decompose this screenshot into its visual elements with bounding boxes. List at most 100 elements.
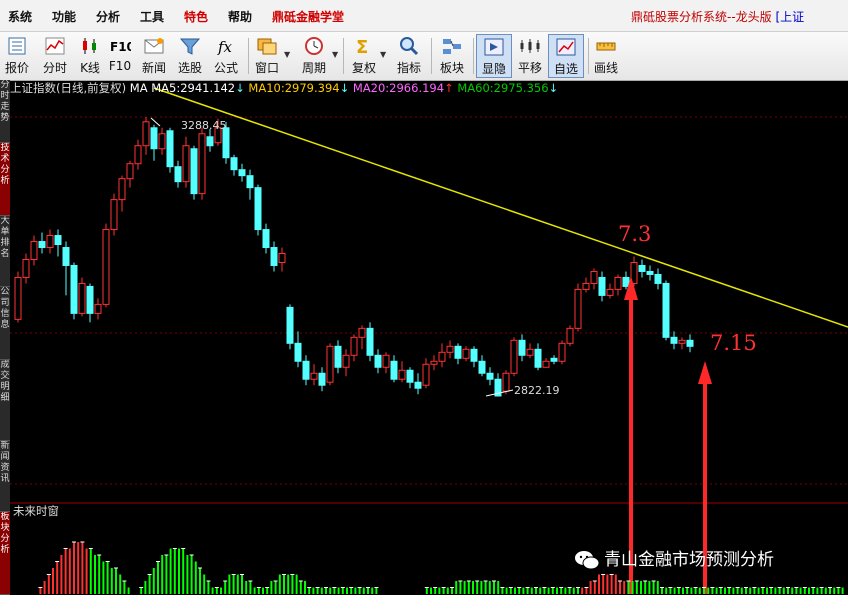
candle-body bbox=[446, 345, 454, 353]
candle-body bbox=[382, 354, 390, 368]
candle-body bbox=[142, 121, 150, 147]
menu-tools[interactable]: 工具 bbox=[140, 8, 164, 25]
candle-body bbox=[254, 187, 262, 231]
candle bbox=[478, 355, 486, 377]
candle bbox=[70, 262, 78, 320]
candle-body bbox=[406, 369, 414, 383]
candle-body bbox=[542, 360, 550, 368]
candle-body bbox=[654, 273, 662, 284]
candle-body bbox=[222, 127, 230, 159]
menu-bar: 系统 功能 分析 工具 特色 帮助 鼎砥金融学堂 鼎砥股票分析系统--龙头版 [… bbox=[0, 0, 848, 32]
indicator-button[interactable]: 指标 bbox=[392, 34, 426, 78]
candle-body bbox=[598, 276, 606, 296]
candle bbox=[614, 274, 622, 296]
watermark: 青山金融市场预测分析 bbox=[574, 545, 774, 571]
sigma-icon: Σ bbox=[356, 37, 368, 56]
candle-body bbox=[622, 276, 630, 287]
candle bbox=[118, 175, 126, 212]
adjust-button[interactable]: Σ 复权 bbox=[348, 34, 380, 78]
pan-button[interactable]: 平移 bbox=[514, 34, 546, 78]
sidebar-tab-company[interactable]: 公司信息 bbox=[0, 287, 10, 360]
show-hide-button[interactable]: 显隐 bbox=[476, 34, 512, 78]
sector-button[interactable]: 板块 bbox=[436, 34, 468, 78]
candle-body bbox=[102, 229, 110, 305]
candle-body bbox=[670, 336, 678, 344]
candle bbox=[550, 355, 558, 365]
candle-body bbox=[646, 270, 654, 275]
candle bbox=[582, 277, 590, 293]
price-low-label: 2822.19 bbox=[514, 384, 560, 397]
intraday-button[interactable]: 分时 bbox=[38, 34, 72, 78]
candle bbox=[246, 169, 254, 200]
ma10-value: MA10:2979.394 bbox=[248, 81, 340, 95]
sidebar-tab-trades[interactable]: 成交明细 bbox=[0, 360, 10, 441]
candle bbox=[422, 358, 430, 389]
candle-body bbox=[390, 360, 398, 380]
sidebar-tab-technical[interactable]: 技术分析 bbox=[0, 143, 10, 216]
quote-button[interactable]: 报价 bbox=[2, 34, 32, 78]
candle bbox=[358, 325, 366, 350]
kline-button[interactable]: K线 bbox=[76, 34, 104, 78]
candle-body bbox=[230, 157, 238, 171]
kline-label: K线 bbox=[80, 61, 100, 75]
candle bbox=[646, 265, 654, 281]
watermark-text: 青山金融市场预测分析 bbox=[604, 550, 774, 570]
candle bbox=[158, 127, 166, 155]
period-button[interactable]: 周期 bbox=[296, 34, 332, 78]
window-button[interactable]: 窗口 bbox=[252, 34, 282, 78]
menu-function[interactable]: 功能 bbox=[52, 8, 76, 25]
news-button[interactable]: 新闻 bbox=[138, 34, 170, 78]
menu-analysis[interactable]: 分析 bbox=[96, 8, 120, 25]
period-dropdown-icon[interactable]: ▼ bbox=[332, 50, 338, 59]
candle-body bbox=[38, 241, 46, 249]
menu-system[interactable]: 系统 bbox=[8, 8, 32, 25]
draw-line-button[interactable]: 画线 bbox=[590, 34, 622, 78]
menu-special[interactable]: 特色 bbox=[184, 8, 208, 25]
menu-academy[interactable]: 鼎砥金融学堂 bbox=[272, 8, 344, 25]
formula-icon: fx bbox=[217, 38, 233, 56]
intraday-label: 分时 bbox=[42, 61, 67, 75]
toolbar-separator bbox=[588, 38, 589, 74]
ma60-arrow-icon: ↓ bbox=[548, 81, 559, 95]
candle bbox=[566, 325, 574, 347]
watchlist-button[interactable]: 自选 bbox=[548, 34, 584, 78]
candle bbox=[110, 193, 118, 236]
show-hide-icon bbox=[484, 38, 504, 56]
candle bbox=[86, 283, 94, 323]
candle bbox=[134, 139, 142, 170]
period-name: (日线,前复权) bbox=[56, 81, 127, 95]
candle bbox=[302, 355, 310, 386]
candle bbox=[382, 352, 390, 374]
pan-icon bbox=[520, 39, 540, 53]
candle-body bbox=[182, 145, 190, 183]
stock-filter-button[interactable]: 选股 bbox=[174, 34, 206, 78]
window-dropdown-icon[interactable]: ▼ bbox=[284, 50, 290, 59]
f10-button[interactable]: F10 F10 bbox=[106, 34, 134, 78]
candle bbox=[406, 367, 414, 389]
sidebar-tab-news[interactable]: 新闻资讯 bbox=[0, 441, 10, 512]
candle bbox=[278, 247, 286, 272]
candle-body bbox=[54, 235, 62, 246]
candle-body bbox=[150, 127, 158, 150]
candle bbox=[606, 283, 614, 299]
kline-chart[interactable]: 3288.45 2822.19 7.3 7.15 bbox=[10, 80, 848, 594]
candle bbox=[254, 184, 262, 236]
sidebar-tab-sectors[interactable]: 板块分析 bbox=[0, 512, 10, 595]
ma5-value: MA5:2941.142 bbox=[151, 81, 236, 95]
adjust-dropdown-icon[interactable]: ▼ bbox=[380, 50, 386, 59]
menu-help[interactable]: 帮助 bbox=[228, 8, 252, 25]
stock-filter-label: 选股 bbox=[177, 61, 202, 75]
candle bbox=[518, 334, 526, 362]
annotation-7-15: 7.15 bbox=[710, 331, 757, 355]
sidebar-tab-intraday[interactable]: 分时走势 bbox=[0, 80, 10, 143]
candle-body bbox=[110, 199, 118, 231]
candle bbox=[678, 337, 686, 350]
candle-body bbox=[302, 360, 310, 380]
sidebar-tab-big-orders[interactable]: 大单排名 bbox=[0, 216, 10, 287]
candle bbox=[486, 367, 494, 386]
candle bbox=[54, 229, 62, 257]
candle bbox=[654, 268, 662, 290]
formula-button[interactable]: fx 公式 bbox=[210, 34, 242, 78]
candle bbox=[174, 160, 182, 188]
ma20-value: MA20:2966.194 bbox=[352, 81, 445, 95]
